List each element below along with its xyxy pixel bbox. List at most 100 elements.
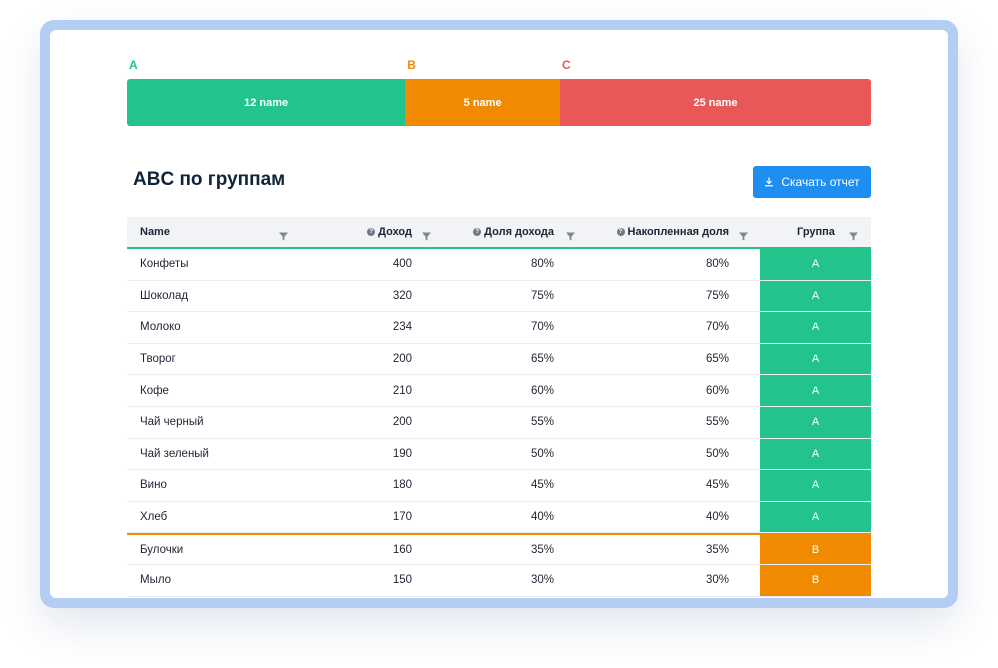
cell-name: Мыло xyxy=(140,574,172,587)
cell-share: 75% xyxy=(530,289,554,302)
group-badge: A xyxy=(760,249,871,280)
help-icon[interactable]: ? xyxy=(473,228,482,236)
cell-name: Конфеты xyxy=(140,258,189,271)
cell-name: Чай черный xyxy=(140,416,204,429)
group-badge: B xyxy=(760,564,871,596)
filter-icon[interactable] xyxy=(739,228,748,246)
cell-share: 35% xyxy=(530,543,554,556)
table-row[interactable]: Шоколад 320 75% 75% A xyxy=(127,280,871,313)
cell-name: Кофе xyxy=(140,384,169,397)
cell-cumulative: 55% xyxy=(705,416,729,429)
column-header-share[interactable]: ? Доля дохода xyxy=(473,217,554,247)
cell-name: Вино xyxy=(140,479,167,492)
column-header-income-label: Доход xyxy=(378,226,412,238)
abc-distribution-bar: 12 name 5 name 25 name xyxy=(127,79,871,126)
group-badge: A xyxy=(760,470,871,501)
abc-segment-letter: A xyxy=(129,58,138,72)
table-row[interactable]: Кофе 210 60% 60% A xyxy=(127,375,871,407)
cell-share: 30% xyxy=(530,574,554,587)
column-header-share-label: Доля дохода xyxy=(484,226,554,238)
table-row[interactable]: Хлеб 170 40% 40% A xyxy=(127,501,871,534)
cell-share: 55% xyxy=(530,416,554,429)
cell-income: 200 xyxy=(392,353,412,366)
cell-income: 190 xyxy=(392,447,412,460)
table-row[interactable]: Булочки 160 35% 35% B xyxy=(127,533,871,565)
cell-share: 70% xyxy=(530,321,554,334)
download-report-button[interactable]: Скачать отчет xyxy=(753,166,871,198)
abc-segment-b: 5 name xyxy=(405,79,560,126)
table-body: Конфеты 400 80% 80% A Шоколад 320 75% 75% A Молоко… xyxy=(127,249,871,597)
cell-income: 170 xyxy=(392,511,412,524)
cell-income: 234 xyxy=(392,321,412,334)
abc-table: Name ? Доход ? Доля дохода ? Накопленная… xyxy=(127,217,871,597)
cell-income: 210 xyxy=(392,384,412,397)
cell-cumulative: 50% xyxy=(705,447,729,460)
help-icon[interactable]: ? xyxy=(367,228,376,236)
group-badge: A xyxy=(760,312,871,343)
table-row[interactable]: Чай зеленый 190 50% 50% A xyxy=(127,438,871,471)
cell-income: 200 xyxy=(392,416,412,429)
group-badge: A xyxy=(760,280,871,312)
cell-share: 50% xyxy=(530,447,554,460)
cell-share: 60% xyxy=(530,384,554,397)
abc-segment-count: 5 name xyxy=(463,96,502,109)
table-row[interactable]: Конфеты 400 80% 80% A xyxy=(127,249,871,281)
filter-icon[interactable] xyxy=(422,228,431,246)
download-report-label: Скачать отчет xyxy=(781,175,860,189)
cell-cumulative: 45% xyxy=(705,479,729,492)
cell-income: 150 xyxy=(392,574,412,587)
table-header: Name ? Доход ? Доля дохода ? Накопленная… xyxy=(127,217,871,249)
download-icon xyxy=(764,177,774,187)
cell-share: 45% xyxy=(530,479,554,492)
group-badge: A xyxy=(760,406,871,438)
filter-icon[interactable] xyxy=(566,228,575,246)
cell-share: 40% xyxy=(530,511,554,524)
group-badge: A xyxy=(760,438,871,470)
cell-name: Шоколад xyxy=(140,289,189,302)
cell-name: Молоко xyxy=(140,321,181,334)
cell-income: 400 xyxy=(392,258,412,271)
cell-cumulative: 65% xyxy=(705,353,729,366)
abc-segment-a: 12 name xyxy=(127,79,406,126)
column-header-group[interactable]: Группа xyxy=(797,217,835,247)
page-title: ABC по группам xyxy=(133,169,286,190)
cell-income: 320 xyxy=(392,289,412,302)
column-header-name-label: Name xyxy=(140,226,170,238)
column-header-group-label: Группа xyxy=(797,226,835,238)
abc-segment-letter: C xyxy=(562,58,571,72)
cell-name: Творог xyxy=(140,353,176,366)
table-row[interactable]: Вино 180 45% 45% A xyxy=(127,470,871,502)
column-header-cumulative-label: Накопленная доля xyxy=(627,226,729,238)
table-row[interactable]: Чай черный 200 55% 55% A xyxy=(127,406,871,439)
cell-name: Хлеб xyxy=(140,511,168,524)
table-row[interactable]: Молоко 234 70% 70% A xyxy=(127,312,871,344)
cell-cumulative: 75% xyxy=(705,289,729,302)
column-header-cumulative[interactable]: ? Накопленная доля xyxy=(616,217,729,247)
column-header-income[interactable]: ? Доход xyxy=(367,217,412,247)
cell-name: Булочки xyxy=(140,543,184,556)
cell-income: 160 xyxy=(392,543,412,556)
group-badge: A xyxy=(760,501,871,533)
cell-cumulative: 40% xyxy=(705,511,729,524)
group-badge: A xyxy=(760,375,871,406)
cell-cumulative: 80% xyxy=(705,258,729,271)
table-row[interactable]: Творог 200 65% 65% A xyxy=(127,343,871,376)
abc-segment-labels: A B C xyxy=(127,58,871,74)
table-row[interactable]: Мыло 150 30% 30% B xyxy=(127,564,871,597)
app-screen: ABC 12 name 5 name 25 name ABC по группам … xyxy=(50,30,948,598)
cell-share: 80% xyxy=(530,258,554,271)
cell-name: Чай зеленый xyxy=(140,447,209,460)
cell-share: 65% xyxy=(530,353,554,366)
column-header-name[interactable]: Name xyxy=(140,217,170,247)
abc-segment-letter: B xyxy=(407,58,416,72)
cell-cumulative: 60% xyxy=(705,384,729,397)
cell-cumulative: 70% xyxy=(705,321,729,334)
filter-icon[interactable] xyxy=(279,228,288,246)
abc-segment-count: 25 name xyxy=(693,96,738,109)
group-badge: A xyxy=(760,343,871,375)
abc-segment-count: 12 name xyxy=(244,96,289,109)
help-icon[interactable]: ? xyxy=(616,228,625,236)
cell-cumulative: 35% xyxy=(705,543,729,556)
group-badge: B xyxy=(760,535,871,564)
filter-icon[interactable] xyxy=(849,228,858,246)
